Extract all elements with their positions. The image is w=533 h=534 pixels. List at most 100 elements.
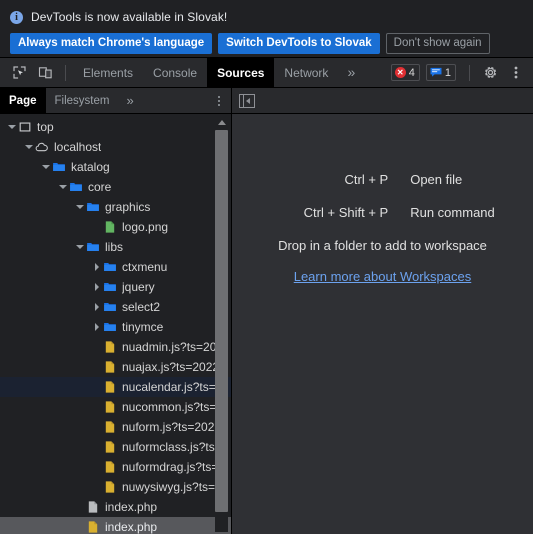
learn-more-workspaces-link[interactable]: Learn more about Workspaces [270, 269, 495, 284]
script-file-icon [103, 480, 117, 494]
file-tree-row[interactable]: nucalendar.js?ts=202202 [0, 377, 231, 397]
file-tree-row[interactable]: nuformdrag.js?ts=20220 [0, 457, 231, 477]
twisty-expanded-icon[interactable] [74, 197, 86, 217]
error-circle-icon: ✕ [394, 67, 406, 78]
file-tree-label: select2 [122, 300, 161, 314]
tab-elements[interactable]: Elements [73, 58, 143, 88]
switch-devtools-language-button[interactable]: Switch DevTools to Slovak [218, 33, 380, 54]
file-tree-label: top [37, 120, 54, 134]
always-match-language-button[interactable]: Always match Chrome's language [10, 33, 213, 54]
toolbar-right-group: ✕ 4 1 [390, 58, 529, 88]
toolbar-divider [65, 64, 66, 81]
file-tree-row[interactable]: tinymce [0, 317, 231, 337]
scrollbar-thumb[interactable] [215, 130, 228, 512]
info-icon: i [10, 10, 23, 24]
twisty-expanded-icon[interactable] [23, 137, 35, 157]
file-tree-label: nuformclass.js?ts=20220 [122, 440, 227, 454]
notification-actions: Always match Chrome's language Switch De… [10, 33, 523, 54]
twisty-expanded-icon[interactable] [6, 117, 18, 137]
language-notification-bar: i DevTools is now available in Slovak! A… [0, 0, 533, 58]
navigator-more-tabs-chevron-icon[interactable]: » [118, 88, 141, 114]
file-tree-row[interactable]: nuajax.js?ts=202202151 [0, 357, 231, 377]
file-tree-row[interactable]: ctxmenu [0, 257, 231, 277]
file-tree-row[interactable]: jquery [0, 277, 231, 297]
folder-icon [103, 260, 117, 274]
twisty-collapsed-icon[interactable] [91, 257, 103, 277]
inspect-element-icon[interactable] [6, 60, 32, 86]
navigator-tab-page[interactable]: Page [0, 87, 46, 114]
navigator-kebab-menu-icon[interactable] [210, 90, 228, 112]
script-file-icon [105, 421, 115, 433]
twisty-expanded-icon[interactable] [57, 177, 69, 197]
twisty-expanded-icon[interactable] [40, 157, 52, 177]
document-file-icon [88, 501, 98, 513]
file-tree-label: nuformdrag.js?ts=20220 [122, 460, 227, 474]
editor-toolbar [232, 88, 533, 114]
file-tree-row[interactable]: nuadmin.js?ts=20220215 [0, 337, 231, 357]
twisty-expanded-icon[interactable] [74, 237, 86, 257]
file-tree-label: libs [105, 240, 124, 254]
folder-icon [103, 320, 117, 334]
file-tree-row[interactable]: top [0, 117, 231, 137]
scroll-up-arrow-icon[interactable] [215, 116, 228, 128]
folder-icon [86, 200, 100, 214]
show-navigator-icon[interactable] [239, 93, 255, 108]
kebab-menu-icon[interactable] [503, 60, 529, 86]
file-tree-row[interactable]: core [0, 177, 231, 197]
file-tree-label: graphics [105, 200, 151, 214]
twisty-collapsed-icon[interactable] [91, 297, 103, 317]
script-file-icon [103, 420, 117, 434]
script-file-icon [105, 481, 115, 493]
twisty-collapsed-icon[interactable] [91, 317, 103, 337]
tab-network[interactable]: Network [274, 58, 338, 88]
file-tree-row[interactable]: libs [0, 237, 231, 257]
folder-icon [104, 322, 116, 332]
file-tree: top localhost katalog core graphics logo.png l… [0, 114, 231, 534]
folder-icon [104, 302, 116, 312]
hint-open-file-shortcut: Ctrl + P [344, 172, 389, 187]
folder-icon [86, 240, 100, 254]
editor-panel: Ctrl + P Open file Ctrl + Shift + P Run … [232, 88, 533, 534]
notification-message-row: i DevTools is now available in Slovak! [10, 7, 523, 27]
drop-folder-hint: Drop in a folder to add to workspace [278, 238, 487, 253]
file-tree-row[interactable]: katalog [0, 157, 231, 177]
file-tree-row[interactable]: nuformclass.js?ts=20220 [0, 437, 231, 457]
tab-console[interactable]: Console [143, 58, 207, 88]
file-tree-row[interactable]: nucommon.js?ts=20220 [0, 397, 231, 417]
file-tree-row[interactable]: localhost [0, 137, 231, 157]
cloud-icon [35, 140, 49, 154]
image-file-icon [103, 220, 117, 234]
gear-icon[interactable] [477, 60, 503, 86]
tab-sources[interactable]: Sources [207, 57, 275, 88]
editor-hints: Ctrl + P Open file Ctrl + Shift + P Run … [270, 172, 495, 534]
file-tree-label: nuwysiwyg.js?ts=202202 [122, 480, 227, 494]
navigator-tab-filesystem[interactable]: Filesystem [46, 88, 119, 114]
file-tree-scrollbar[interactable] [215, 116, 228, 532]
folder-icon [104, 262, 116, 272]
file-tree-row[interactable]: nuform.js?ts=2022021517 [0, 417, 231, 437]
file-tree-row[interactable]: select2 [0, 297, 231, 317]
message-icon [430, 67, 442, 77]
device-toolbar-icon[interactable] [32, 60, 58, 86]
more-tabs-chevron-icon[interactable]: » [338, 58, 364, 88]
file-tree-label: nuajax.js?ts=202202151 [122, 360, 227, 374]
file-tree-row[interactable]: graphics [0, 197, 231, 217]
error-count-badge[interactable]: ✕ 4 [390, 64, 420, 81]
script-file-icon [105, 341, 115, 353]
message-count-badge[interactable]: 1 [425, 64, 456, 81]
dont-show-again-button[interactable]: Don't show again [385, 33, 490, 54]
file-tree-row[interactable]: index.php [0, 517, 231, 534]
file-tree-label: ctxmenu [122, 260, 168, 274]
twisty-collapsed-icon[interactable] [91, 277, 103, 297]
hint-run-command-label: Run command [410, 205, 495, 220]
file-tree-row[interactable]: logo.png [0, 217, 231, 237]
file-tree-row[interactable]: index.php [0, 497, 231, 517]
file-tree-row[interactable]: nuwysiwyg.js?ts=202202 [0, 477, 231, 497]
notification-message: DevTools is now available in Slovak! [31, 10, 228, 24]
error-count: 4 [408, 66, 415, 79]
image-file-icon [105, 221, 115, 233]
devtools-window: i DevTools is now available in Slovak! A… [0, 0, 533, 534]
